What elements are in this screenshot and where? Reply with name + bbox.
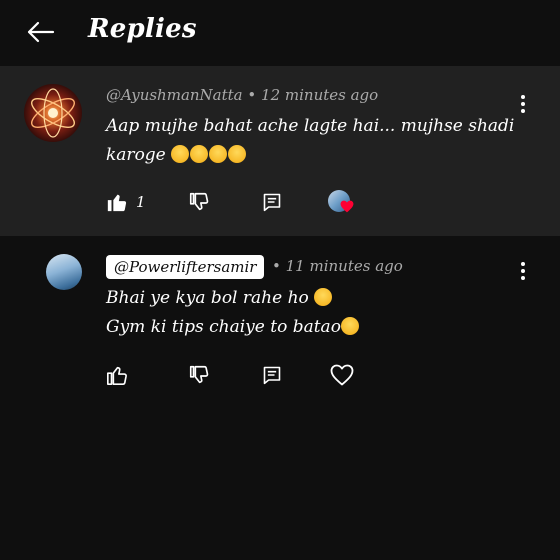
page-title: Replies xyxy=(88,14,197,44)
more-vert-dot xyxy=(521,276,525,280)
reply-text-line1: Bhai ye kya bol rahe ho xyxy=(106,288,309,308)
more-vert-dot xyxy=(521,102,525,106)
like-count: 1 xyxy=(136,193,146,211)
thumbs-down-icon xyxy=(189,365,209,384)
comment-text: Aap mujhe bahat ache lagte hai... mujhse… xyxy=(106,116,515,165)
reply-dislike-button[interactable] xyxy=(188,363,210,387)
reply-button[interactable] xyxy=(262,190,282,214)
reply-text-line2: Gym ki tips chaiye to batao xyxy=(106,317,341,337)
more-vert-dot xyxy=(521,109,525,113)
comment-body: Aap mujhe bahat ache lagte hai... mujhse… xyxy=(106,112,526,170)
meta-separator: • xyxy=(272,257,281,275)
comment-meta: @AyushmanNatta • 12 minutes ago xyxy=(106,86,378,104)
smile-emoji-icon xyxy=(190,145,209,163)
author-name[interactable]: @AyushmanNatta xyxy=(106,86,243,104)
reply-time: 11 minutes ago xyxy=(285,257,403,275)
atom-avatar-image xyxy=(31,88,75,138)
heart-icon xyxy=(340,200,354,213)
reply-avatar[interactable] xyxy=(46,254,82,290)
like-button[interactable]: 1 xyxy=(106,190,146,214)
grin-emoji-icon xyxy=(340,317,359,335)
back-button[interactable] xyxy=(22,16,58,48)
reply-body: Bhai ye kya bol rahe ho Gym ki tips chai… xyxy=(106,284,526,342)
reply-line-1: Bhai ye kya bol rahe ho xyxy=(106,284,526,313)
top-bar: Replies xyxy=(0,0,560,66)
arrow-left-icon xyxy=(27,21,55,43)
more-vert-icon xyxy=(521,262,525,266)
thumbs-up-icon xyxy=(107,366,127,385)
parent-comment: @AyushmanNatta • 12 minutes ago Aap mujh… xyxy=(0,66,560,236)
more-vert-icon xyxy=(521,95,525,99)
meta-separator: • xyxy=(247,86,257,104)
smile-emoji-icon xyxy=(171,145,190,163)
laughing-emoji-icon xyxy=(314,288,333,306)
more-vert-dot xyxy=(521,269,525,273)
reply-like-button[interactable] xyxy=(106,363,128,387)
creator-heart xyxy=(328,190,354,216)
avatar[interactable] xyxy=(24,84,82,142)
dislike-button[interactable] xyxy=(188,190,210,214)
reply-more-options-button[interactable] xyxy=(513,259,533,283)
comment-time: 12 minutes ago xyxy=(261,86,379,104)
thumbs-down-icon xyxy=(189,192,209,211)
creator-heart-badge xyxy=(328,190,354,216)
comment-icon xyxy=(263,193,281,212)
thumbs-up-icon xyxy=(107,194,127,212)
smile-emoji-icon xyxy=(209,145,228,163)
reply-meta: • 11 minutes ago xyxy=(272,257,403,275)
mention-chip[interactable]: @Powerliftersamir xyxy=(106,255,265,279)
heart-button[interactable] xyxy=(330,363,354,387)
comment-icon xyxy=(263,366,281,385)
smile-emoji-icon xyxy=(228,145,247,163)
reply-reply-button[interactable] xyxy=(262,363,282,387)
reply-line-2: Gym ki tips chaiye to batao xyxy=(106,313,526,342)
more-options-button[interactable] xyxy=(513,92,533,116)
heart-icon xyxy=(330,364,354,386)
